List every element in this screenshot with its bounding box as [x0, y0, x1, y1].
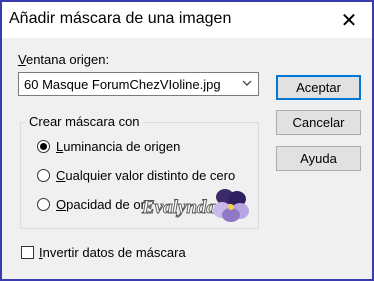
radio-any-nonzero[interactable] — [37, 169, 50, 182]
accept-button[interactable]: Aceptar — [276, 75, 361, 100]
title-bar: Añadir máscara de una imagen ✕ — [2, 2, 372, 38]
source-window-dropdown[interactable]: 60 Masque ForumChezVIoline.jpg — [18, 72, 259, 96]
accept-button-label: Aceptar — [296, 80, 341, 95]
invert-mask-label[interactable]: Invertir datos de máscara — [39, 245, 186, 260]
invert-mask-checkbox[interactable] — [21, 246, 34, 259]
source-window-label: Ventana origen: — [18, 52, 109, 67]
radio-source-luminance[interactable] — [37, 140, 50, 153]
svg-text:Evalynda: Evalynda — [141, 197, 216, 218]
help-button[interactable]: Ayuda — [276, 146, 361, 171]
radio-source-luminance-label[interactable]: Luminancia de origen — [56, 139, 180, 154]
radio-source-opacity[interactable] — [37, 198, 50, 211]
help-button-label: Ayuda — [300, 151, 337, 166]
cancel-button[interactable]: Cancelar — [276, 110, 361, 135]
radio-any-nonzero-accel: C — [56, 168, 66, 183]
cancel-button-label: Cancelar — [292, 115, 345, 130]
add-mask-dialog: Añadir máscara de una imagen ✕ Ventana o… — [2, 2, 372, 279]
radio-any-nonzero-label[interactable]: Cualquier valor distinto de cero — [56, 168, 235, 183]
close-button[interactable]: ✕ — [326, 2, 372, 38]
create-mask-group-title: Crear máscara con — [26, 114, 143, 129]
source-window-value: 60 Masque ForumChezVIoline.jpg — [24, 77, 221, 92]
signature-watermark: Evalynda — [141, 189, 249, 222]
radio-any-nonzero-text: ualquier valor distinto de cero — [65, 168, 236, 183]
dialog-title: Añadir máscara de una imagen — [9, 10, 232, 27]
radio-source-opacity-label[interactable]: Opacidad de or — [56, 197, 145, 212]
source-window-label-accel: V — [18, 52, 26, 67]
pansy-flower-icon — [213, 189, 249, 222]
radio-source-luminance-text: uminancia de origen — [63, 139, 181, 154]
close-icon: ✕ — [340, 9, 358, 32]
radio-source-opacity-text: pacidad de or — [66, 197, 145, 212]
invert-mask-text: nvertir datos de máscara — [42, 245, 186, 260]
source-window-label-text: entana origen: — [25, 52, 110, 67]
chevron-down-icon — [242, 80, 252, 86]
radio-source-opacity-accel: O — [56, 197, 67, 212]
